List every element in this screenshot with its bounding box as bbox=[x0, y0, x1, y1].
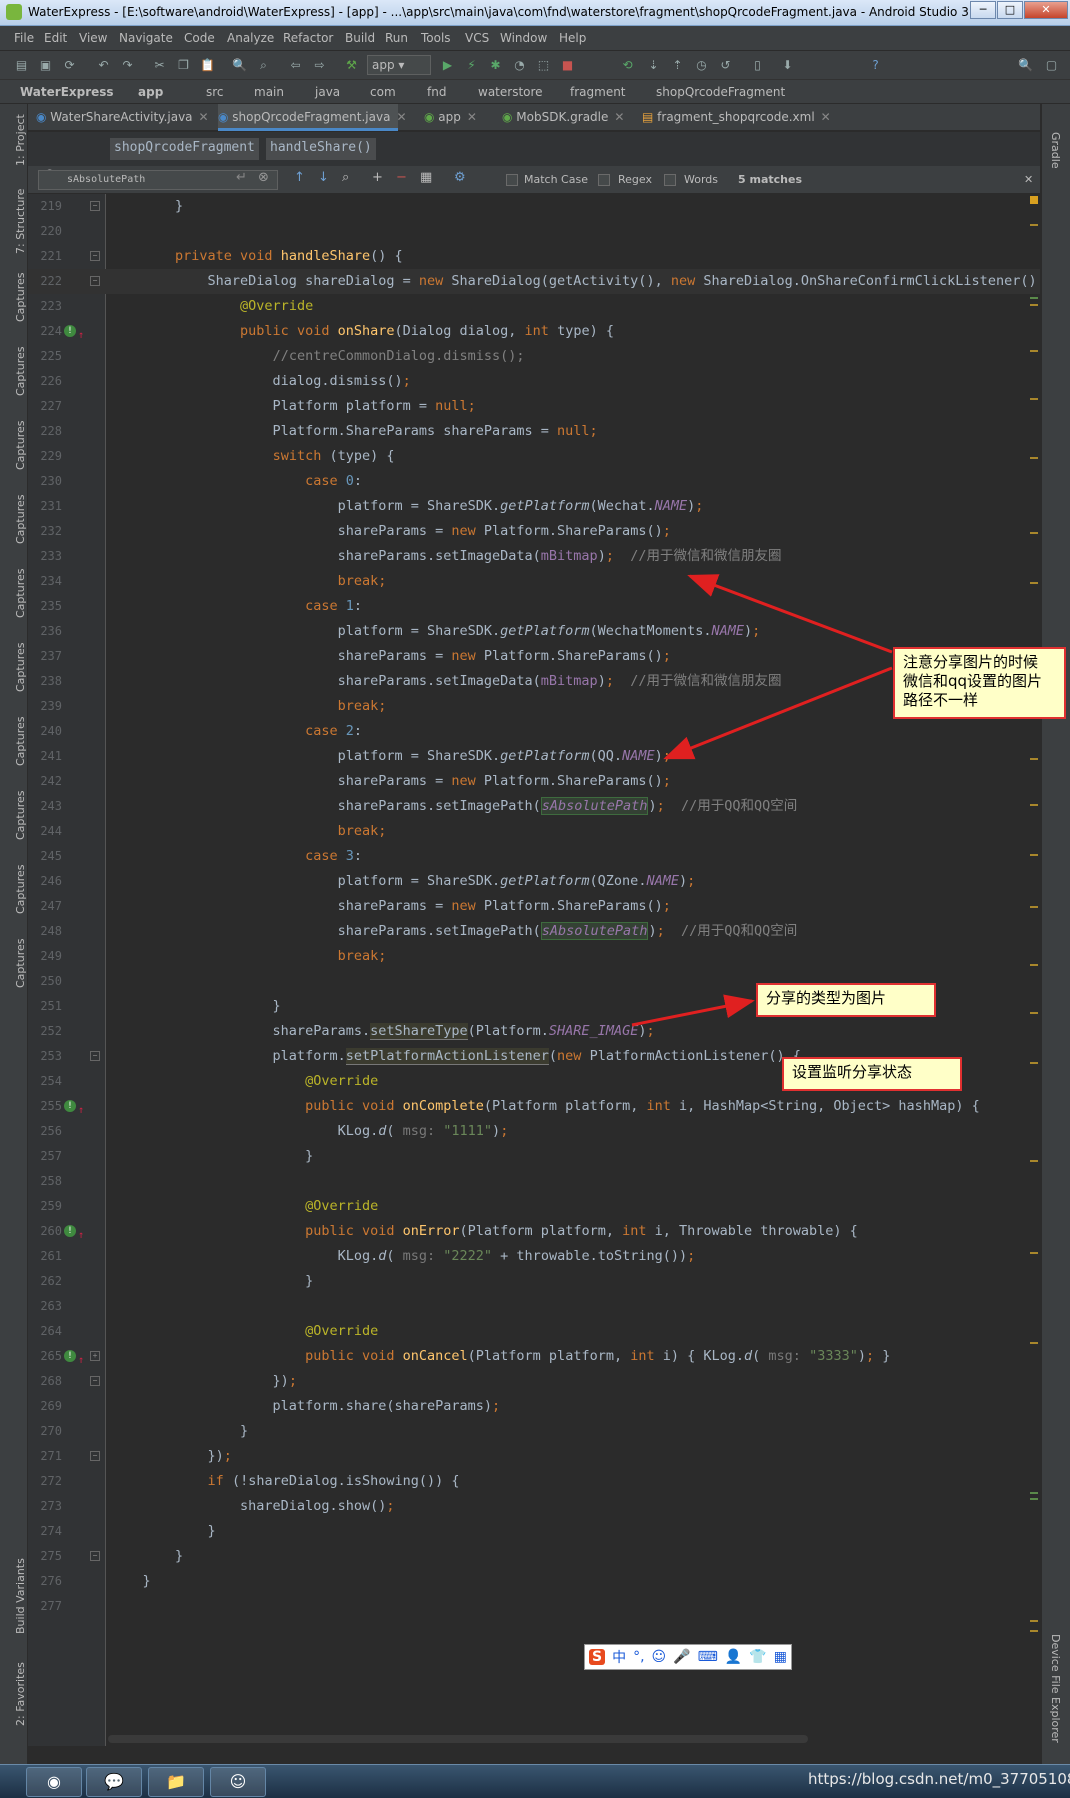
ime-chinese-mode[interactable]: 中 bbox=[612, 1647, 626, 1667]
skin-icon[interactable]: 👕 bbox=[749, 1649, 766, 1665]
callout-share-type: 分享的类型为图片 bbox=[756, 983, 936, 1017]
ime-toolbar[interactable]: S 中 °, ☺ 🎤 ⌨ 👤 👕 ▦ bbox=[584, 1644, 792, 1670]
arrow-to-setimagedata bbox=[687, 574, 893, 654]
file-explorer-icon[interactable]: 📁 bbox=[148, 1767, 204, 1797]
arrow-to-share-type bbox=[631, 994, 755, 1027]
emoji-icon[interactable]: ☺ bbox=[652, 1649, 667, 1665]
csdn-watermark: https://blog.csdn.net/m0_37705108 bbox=[808, 1770, 1070, 1788]
ide-window: { "window":{"title":"WaterExpress - [E:\… bbox=[0, 0, 1070, 1798]
annotation-arrows bbox=[631, 574, 893, 1027]
chrome-icon[interactable]: ◉ bbox=[26, 1767, 82, 1797]
app-avatar-icon[interactable]: ☺ bbox=[210, 1767, 266, 1797]
toolbox-icon[interactable]: ▦ bbox=[774, 1649, 787, 1665]
wechat-icon[interactable]: 💬 bbox=[86, 1767, 142, 1797]
keyboard-icon[interactable]: ⌨ bbox=[698, 1649, 718, 1665]
sogou-logo-icon[interactable]: S bbox=[589, 1649, 606, 1665]
callout-listener: 设置监听分享状态 bbox=[782, 1057, 962, 1091]
arrow-to-qq-platform bbox=[663, 666, 893, 760]
account-icon[interactable]: 👤 bbox=[725, 1649, 742, 1665]
ime-punctuation[interactable]: °, bbox=[633, 1649, 644, 1665]
callout-share-path-note: 注意分享图片的时候 微信和qq设置的图片 路径不一样 bbox=[893, 647, 1066, 719]
microphone-icon[interactable]: 🎤 bbox=[673, 1649, 690, 1665]
